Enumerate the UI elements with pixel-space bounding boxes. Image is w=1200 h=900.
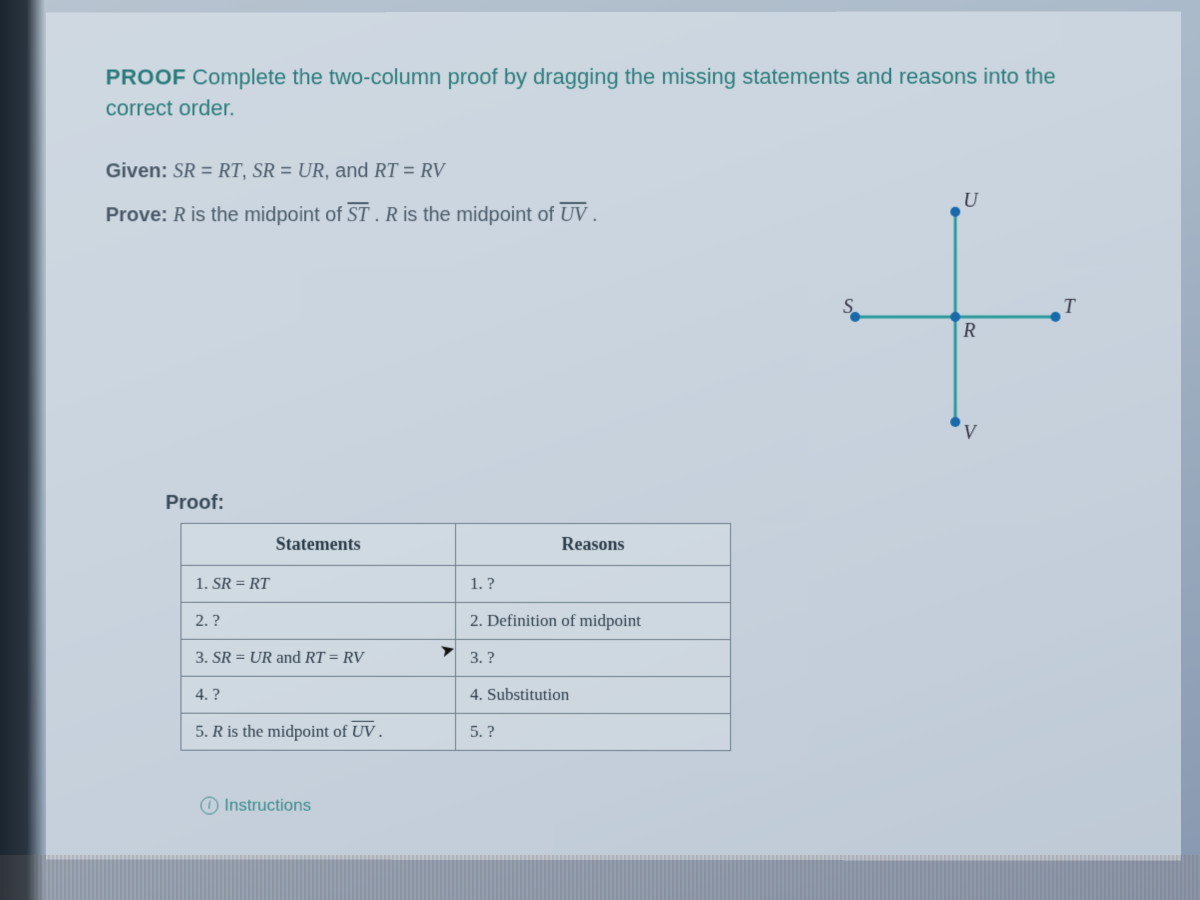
keyboard-edge [0,855,1200,900]
proof-section: Proof: Statements Reasons 1. SR = RT 1. … [106,492,1121,817]
exercise-header: PROOF Complete the two-column proof by d… [106,62,1121,125]
point-label-V: V [963,422,978,444]
point-label-R: R [962,320,975,342]
proof-label: PROOF [106,64,187,89]
two-column-proof-table: Statements Reasons 1. SR = RT 1. ? 2. ? … [180,522,731,750]
given-text: SR = RT, SR = UR, and RT = RV [173,160,444,182]
reason-cell[interactable]: 4. Substitution [456,676,731,713]
col-header-statements: Statements [181,523,456,565]
geometry-figure: S T U V R [825,187,1085,447]
statement-cell[interactable]: 4. ? [181,676,456,713]
instructions-label: Instructions [224,795,311,815]
worksheet-page: PROOF Complete the two-column proof by d… [46,11,1181,860]
statement-cell[interactable]: 5. R is the midpoint of UV . [181,713,456,750]
table-row: 5. R is the midpoint of UV . 5. ? [181,713,731,750]
reason-cell[interactable]: 2. Definition of midpoint [456,602,731,639]
prove-label: Prove: [106,204,168,226]
table-row: 4. ? 4. Substitution [181,676,731,713]
info-icon: i [200,796,218,814]
point-label-S: S [843,296,853,318]
screen-left-bezel [0,0,45,900]
given-line: Given: SR = RT, SR = UR, and RT = RV [106,153,1121,188]
col-header-reasons: Reasons [456,523,731,565]
table-row: 2. ? 2. Definition of midpoint [181,602,731,639]
proof-title: Proof: [166,492,1121,515]
given-label: Given: [106,160,168,182]
point-label-U: U [963,190,979,212]
exercise-instruction: Complete the two-column proof by draggin… [106,64,1056,121]
instructions-link[interactable]: i Instructions [200,795,1120,816]
point-label-T: T [1064,296,1077,318]
statement-cell[interactable]: 3. SR = UR and RT = RV [181,639,456,676]
reason-cell[interactable]: 5. ? [456,713,731,750]
statement-cell[interactable]: 1. SR = RT [181,565,456,602]
prove-text: R is the midpoint of ST . R is the midpo… [173,204,597,226]
table-row: 1. SR = RT 1. ? [181,565,731,602]
reason-cell[interactable]: 3. ? [456,639,731,676]
reason-cell[interactable]: 1. ? [456,565,731,602]
statement-cell[interactable]: 2. ? [181,602,456,639]
